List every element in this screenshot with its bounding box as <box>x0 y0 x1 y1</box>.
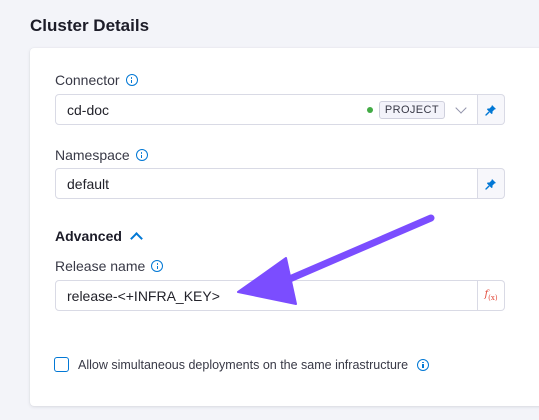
info-icon[interactable] <box>135 149 148 161</box>
info-icon[interactable] <box>125 74 138 86</box>
namespace-label: Namespace <box>55 147 130 163</box>
project-scope-badge: PROJECT <box>378 100 445 119</box>
release-name-label: Release name <box>55 258 146 274</box>
simultaneous-deployments-checkbox[interactable] <box>54 357 69 372</box>
namespace-input[interactable]: default <box>55 168 478 199</box>
chevron-down-icon[interactable] <box>455 101 467 114</box>
release-name-input[interactable]: release-<+INFRA_KEY> <box>55 280 478 311</box>
pin-icon <box>485 178 496 190</box>
section-title: Cluster Details <box>30 16 150 35</box>
info-icon[interactable] <box>417 358 430 371</box>
simultaneous-deployments-label[interactable]: Allow simultaneous deployments on the sa… <box>78 358 408 372</box>
chevron-up-icon <box>130 232 143 245</box>
expression-button[interactable]: f(x) <box>478 280 505 311</box>
release-name-value: release-<+INFRA_KEY> <box>67 287 220 304</box>
connector-pin-button[interactable] <box>478 94 505 125</box>
connector-value: cd-doc <box>67 101 110 118</box>
info-icon[interactable] <box>151 260 164 272</box>
connector-label-row: Connector <box>55 72 138 88</box>
advanced-toggle[interactable]: Advanced <box>55 228 143 245</box>
advanced-label: Advanced <box>55 228 122 244</box>
fx-icon: f(x) <box>484 289 498 302</box>
connector-label: Connector <box>55 72 120 88</box>
connector-right-group: PROJECT <box>366 95 477 124</box>
simultaneous-deployments-row: Allow simultaneous deployments on the sa… <box>54 357 430 372</box>
namespace-pin-button[interactable] <box>478 168 505 199</box>
pin-icon <box>485 104 496 116</box>
namespace-label-row: Namespace <box>55 147 148 163</box>
namespace-value: default <box>67 175 110 192</box>
release-name-label-row: Release name <box>55 258 164 274</box>
connector-status-dot <box>366 106 373 113</box>
connector-select[interactable]: cd-doc PROJECT <box>55 94 478 125</box>
